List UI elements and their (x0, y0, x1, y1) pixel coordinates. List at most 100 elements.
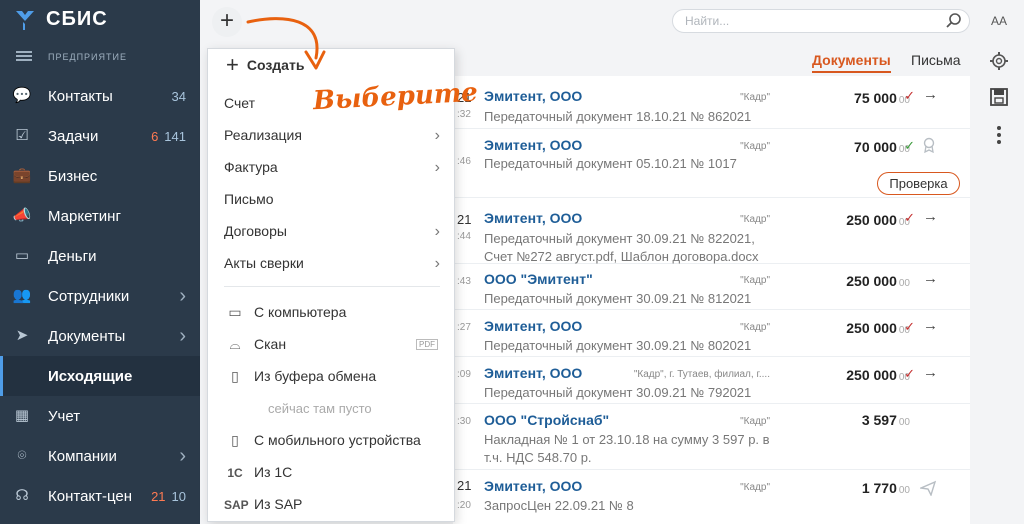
chevron-right-icon[interactable]: › (179, 285, 186, 308)
plus-icon: + (226, 52, 239, 77)
sidebar-item-tasks[interactable]: ☑ Задачи 6 141 (0, 116, 200, 156)
sidebar-item-label: Маркетинг (48, 207, 121, 225)
arrow-right-icon[interactable]: → (923, 270, 938, 287)
menu-item-label: Фактура (224, 159, 278, 175)
search-input[interactable]: Найти... (672, 9, 970, 33)
menu-item-1c[interactable]: 1С Из 1С (224, 464, 444, 480)
logo[interactable]: СБИС (14, 8, 108, 31)
brand-name: СБИС (46, 8, 108, 30)
sidebar-item-business[interactable]: 💼 Бизнес (0, 156, 200, 196)
sidebar-item-documents[interactable]: ➤ Документы › (0, 316, 200, 356)
gear-icon[interactable] (988, 50, 1010, 72)
briefcase-icon: 💼 (12, 167, 32, 184)
menu-item-label: Из буфера обмена (254, 368, 377, 384)
menu-item-contracts[interactable]: Договоры › (224, 223, 444, 240)
sum-value: 250 000 (846, 212, 897, 228)
row-organization[interactable]: Эмитент, ООО (484, 210, 582, 226)
menu-item-sap[interactable]: SAP Из SAP (224, 496, 444, 512)
sidebar-item-label: Исходящие (48, 367, 133, 385)
font-size-icon[interactable]: AA (988, 14, 1010, 36)
row-organization[interactable]: Эмитент, ООО (484, 365, 582, 381)
counter-total: 10 (171, 488, 186, 504)
chevron-right-icon: › (434, 255, 440, 272)
row-description: Передаточный документ 30.09.21 № 822021,… (484, 231, 759, 264)
row-organization[interactable]: Эмитент, ООО (484, 318, 582, 334)
phone-icon: ▯ (231, 432, 239, 448)
arrow-right-icon[interactable]: → (923, 317, 938, 334)
sidebar-item-money[interactable]: ▭ Деньги (0, 236, 200, 276)
menu-item-label: Письмо (224, 191, 274, 207)
tab-documents[interactable]: Документы (812, 52, 891, 73)
row-organization[interactable]: Эмитент, ООО (484, 137, 582, 153)
table-row[interactable]: :09 Эмитент, ООО Передаточный документ 3… (453, 357, 970, 404)
row-tag: "Кадр" (740, 482, 770, 493)
menu-item-label: Из SAP (254, 496, 303, 512)
more-vertical-icon[interactable] (988, 124, 1010, 146)
row-tag: "Кадр" (740, 141, 770, 152)
document-list: 21 :32 Эмитент, ООО Передаточный докумен… (453, 76, 970, 524)
sidebar-item-outgoing[interactable]: Исходящие (0, 356, 200, 396)
arrow-right-icon[interactable]: → (923, 364, 938, 381)
row-organization[interactable]: ООО "Эмитент" (484, 271, 593, 287)
table-row[interactable]: 21 :44 Эмитент, ООО Передаточный докумен… (453, 198, 970, 264)
row-time: :30 (457, 416, 471, 427)
row-organization[interactable]: Эмитент, ООО (484, 88, 582, 104)
sap-icon: SAP (224, 498, 249, 512)
menu-item-letter[interactable]: Письмо (224, 191, 444, 207)
row-organization[interactable]: Эмитент, ООО (484, 478, 582, 494)
table-row[interactable]: :27 Эмитент, ООО Передаточный документ 3… (453, 310, 970, 357)
row-description: Передаточный документ 05.10.21 № 1017 (484, 156, 737, 171)
menu-item-clipboard[interactable]: ▯ Из буфера обмена (224, 368, 444, 385)
hamburger-icon[interactable] (16, 51, 32, 61)
row-description: Накладная № 1 от 23.10.18 на сумму 3 597… (484, 432, 770, 465)
sum-value: 250 000 (846, 367, 897, 383)
scanner-icon: ⌓ (229, 336, 241, 352)
row-sum: 250 000 00 (846, 212, 910, 228)
chevron-right-icon[interactable]: › (179, 325, 186, 348)
create-button[interactable]: + (212, 7, 242, 37)
arrow-right-icon[interactable]: → (923, 86, 938, 103)
counter-new: 6 (151, 128, 159, 144)
tab-letters[interactable]: Письма (911, 52, 961, 68)
check-icon: ✓ (904, 88, 915, 103)
sidebar-item-employees[interactable]: 👥 Сотрудники › (0, 276, 200, 316)
sidebar-item-accounting[interactable]: ▦ Учет (0, 396, 200, 436)
row-organization[interactable]: ООО "Стройснаб" (484, 412, 609, 428)
table-row[interactable]: :43 ООО "Эмитент" Передаточный документ … (453, 264, 970, 310)
clipboard-empty-hint: сейчас там пусто (268, 401, 372, 416)
table-row[interactable]: 21 :32 Эмитент, ООО Передаточный докумен… (453, 76, 970, 129)
table-row[interactable]: :30 ООО "Стройснаб" Накладная № 1 от 23.… (453, 404, 970, 470)
status-badge-check[interactable]: Проверка (877, 172, 960, 195)
sidebar-item-contacts[interactable]: 💬 Контакты 34 (0, 76, 200, 116)
arrow-right-icon[interactable]: → (923, 208, 938, 225)
menu-item-mobile[interactable]: ▯ С мобильного устройства (224, 432, 444, 449)
award-icon[interactable] (922, 137, 936, 153)
row-time: :46 (457, 156, 471, 167)
sidebar-item-contact-center[interactable]: ☊ Контакт-цен 21 10 (0, 476, 200, 516)
row-time: :09 (457, 369, 471, 380)
menu-item-facture[interactable]: Фактура › (224, 159, 444, 176)
ledger-icon: ▦ (14, 407, 30, 424)
menu-item-from-computer[interactable]: ▭ С компьютера (224, 304, 444, 321)
sidebar-item-companies[interactable]: ⌾ Компании › (0, 436, 200, 476)
menu-item-reconciliation[interactable]: Акты сверки › (224, 255, 444, 272)
chevron-right-icon[interactable]: › (179, 445, 186, 468)
pdf-icon[interactable]: PDF (416, 339, 438, 350)
right-toolbar: AA (980, 0, 1024, 524)
send-icon[interactable] (920, 480, 936, 496)
menu-item-label: С мобильного устройства (254, 432, 421, 448)
sum-value: 1 770 (861, 480, 897, 496)
menu-item-sales[interactable]: Реализация › (224, 127, 444, 144)
monitor-icon: ▭ (228, 304, 242, 320)
save-icon[interactable] (988, 86, 1010, 108)
search-icon[interactable] (945, 12, 963, 30)
row-tag: "Кадр", г. Тутаев, филиал, г.... (633, 369, 770, 380)
menu-item-scan[interactable]: ⌓ Скан PDF (224, 336, 444, 353)
sidebar-item-marketing[interactable]: 📣 Маркетинг (0, 196, 200, 236)
chevron-right-icon: › (434, 127, 440, 144)
row-time: :27 (457, 322, 471, 333)
sidebar-item-label: Деньги (48, 247, 97, 265)
row-date: 21 (457, 212, 472, 227)
counter-new: 21 (151, 488, 166, 504)
table-row[interactable]: 21 :20 Эмитент, ООО ЗапросЦен 22.09.21 №… (453, 470, 970, 524)
